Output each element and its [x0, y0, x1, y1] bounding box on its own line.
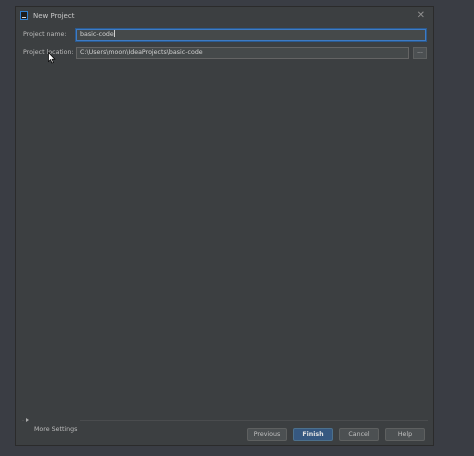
project-name-label: Project name:: [23, 31, 67, 38]
finish-button[interactable]: Finish: [293, 428, 333, 441]
help-button[interactable]: Help: [385, 428, 425, 441]
project-name-value: basic-code: [80, 31, 114, 38]
intellij-idea-icon: [20, 11, 28, 20]
browse-button[interactable]: ...: [413, 47, 427, 59]
title-bar: New Project ✕: [16, 7, 433, 25]
more-settings-toggle[interactable]: More Settings: [24, 416, 81, 433]
previous-button[interactable]: Previous: [247, 428, 287, 441]
new-project-dialog: New Project ✕ Project name: basic-code P…: [15, 6, 434, 446]
dialog-title: New Project: [33, 12, 75, 20]
project-name-input[interactable]: basic-code: [76, 29, 426, 41]
project-location-value: C:\Users\moon\IdeaProjects\basic-code: [80, 49, 203, 56]
text-caret: [113, 30, 115, 37]
close-icon[interactable]: ✕: [417, 9, 425, 23]
bottom-separator: [22, 420, 428, 421]
cancel-button[interactable]: Cancel: [339, 428, 379, 441]
more-settings-label: More Settings: [34, 426, 78, 433]
project-location-input[interactable]: C:\Users\moon\IdeaProjects\basic-code: [76, 47, 409, 59]
triangle-right-icon: [26, 418, 29, 422]
mouse-pointer-icon: [48, 52, 56, 64]
